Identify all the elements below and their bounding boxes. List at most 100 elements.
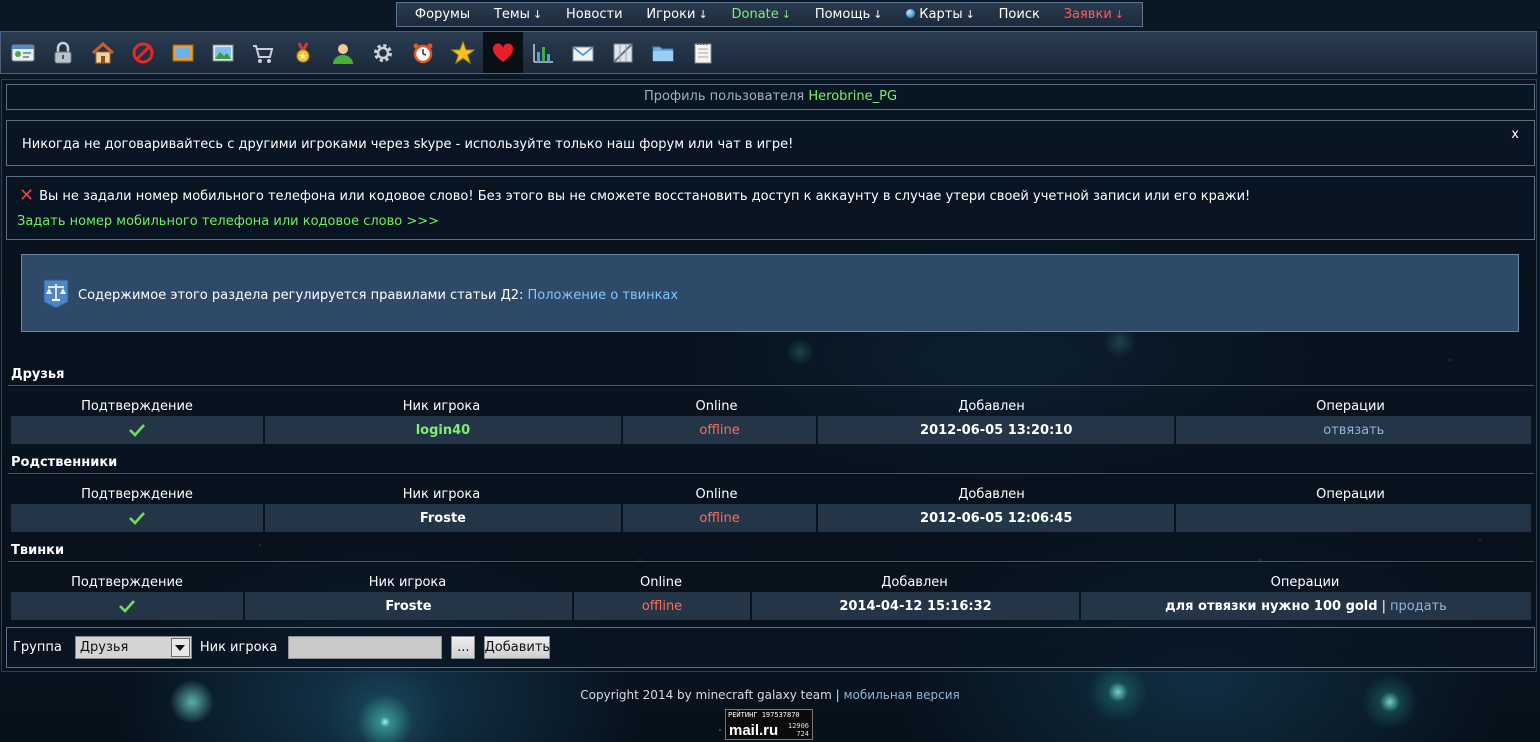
set-phone-link[interactable]: Задать номер мобильного телефона или код… [17,214,439,229]
page-title: Профиль пользователя Herobrine_PG [6,84,1535,110]
column-header-added: Добавлен [958,399,1025,414]
counter-num1: 12906 [787,722,809,730]
table-header: Подтверждение Ник игрока Online Добавлен… [11,399,1531,414]
unlink-link[interactable]: отвязать [1176,416,1532,444]
nav-forums[interactable]: Форумы [415,7,470,22]
added-date: 2012-06-05 12:06:45 [817,504,1175,532]
group-select[interactable]: Друзья [74,636,192,659]
mobile-version-link[interactable]: мобильная версия [844,688,960,702]
counter-stats: 12906 724 [788,722,809,738]
online-status: offline [623,504,816,532]
divider [8,385,1534,386]
cart-icon[interactable] [243,32,283,73]
group-label: Группа [13,640,62,655]
column-header-ops: Операции [1316,399,1385,414]
table-header: Подтверждение Ник игрока Online Добавлен… [11,487,1531,502]
group-select-value: Друзья [79,640,129,655]
landscape-icon[interactable] [203,32,243,73]
arrow-down-icon: ↓ [965,8,975,21]
unlink-cost-text: для отвязки нужно 100 gold [1165,598,1378,614]
folder-icon[interactable] [643,32,683,73]
twinks-rules-link[interactable]: Положение о твинках [528,288,679,303]
notice-box: Никогда не договаривайтесь с другими игр… [6,120,1535,166]
divider [8,561,1534,562]
add-button[interactable]: Добавить [484,636,551,659]
nav-players[interactable]: Игроки ↓ [646,7,707,22]
section-title-relatives: Родственники [11,455,118,470]
close-icon[interactable]: x [1511,127,1519,142]
warning-text: Вы не задали номер мобильного телефона и… [39,188,1251,204]
rules-info-text: Содержимое этого раздела регулируется пр… [78,288,524,303]
check-icon [119,600,135,613]
rules-info-box: Содержимое этого раздела регулируется пр… [21,254,1519,332]
counter-rating: РЕЙТИНГ 197537870 [728,711,800,719]
footer: Copyright 2014 by minecraft galaxy team … [0,688,1540,702]
nav-help[interactable]: Помощь ↓ [815,7,883,22]
ban-icon[interactable] [123,32,163,73]
nick-input[interactable] [288,636,443,659]
bar-chart-icon[interactable] [523,32,563,73]
operations-cell: для отвязки нужно 100 gold | продать [1081,592,1531,620]
notepad-icon[interactable] [683,32,723,73]
table-header: Подтверждение Ник игрока Online Добавлен… [11,575,1531,590]
added-date: 2012-06-05 13:20:10 [817,416,1175,444]
star-icon[interactable] [443,32,483,73]
add-player-form: Группа Друзья Ник игрока ... Добавить [6,627,1535,668]
nav-topics[interactable]: Темы ↓ [494,7,542,22]
warning-box: ✕ Вы не задали номер мобильного телефона… [6,176,1535,240]
globe-icon [906,9,916,18]
nav-donate[interactable]: Donate ↓ [732,7,791,22]
home-icon[interactable] [83,32,123,73]
user-icon[interactable] [323,32,363,73]
scales-icon [43,279,69,309]
nav-requests[interactable]: Заявки ↓ [1064,7,1124,22]
lock-icon[interactable] [43,32,83,73]
column-header-online: Online [695,487,738,502]
added-date: 2014-04-12 15:16:32 [752,592,1079,620]
sell-link[interactable]: продать [1390,599,1447,614]
arrow-down-icon: ↓ [1114,8,1124,21]
counter-num2: 724 [796,730,809,738]
grid-icon[interactable] [603,32,643,73]
operations-cell [1176,504,1532,532]
column-header-nick: Ник игрока [402,399,481,414]
column-header-confirm: Подтверждение [71,575,183,590]
nav-search[interactable]: Поиск [999,7,1040,22]
separator: | [1381,598,1386,614]
check-icon [128,512,145,525]
icon-toolbar [0,31,1537,74]
heart-icon[interactable] [483,32,523,73]
medal-icon[interactable] [283,32,323,73]
arrow-down-icon: ↓ [873,8,883,21]
player-nick: Froste [245,592,572,620]
chevron-down-icon[interactable] [170,638,190,657]
profile-title-prefix: Профиль пользователя [643,89,805,104]
error-x-icon: ✕ [19,185,35,206]
gear-icon[interactable] [363,32,403,73]
top-navigation: Форумы Темы ↓ Новости Игроки ↓ Donate ↓ Пом… [396,2,1143,27]
column-header-confirm: Подтверждение [81,487,193,502]
column-header-nick: Ник игрока [402,487,481,502]
nav-news[interactable]: Новости [566,7,623,22]
browse-button[interactable]: ... [451,636,476,659]
nick-label: Ник игрока [199,640,278,655]
check-icon [128,424,145,437]
table-row: Froste offline 2012-06-05 12:06:45 [11,504,1532,532]
table-row: login40 offline 2012-06-05 13:20:10 отвя… [11,416,1532,444]
nav-maps[interactable]: Карты ↓ [906,7,975,22]
column-header-nick: Ник игрока [368,575,447,590]
rating-counter[interactable]: РЕЙТИНГ 197537870 mail.ru 12906 724 [725,709,813,740]
id-card-icon[interactable] [3,32,43,73]
column-header-ops: Операции [1316,487,1385,502]
arrow-down-icon: ↓ [781,8,791,21]
confirm-cell [11,504,263,532]
envelope-icon[interactable] [563,32,603,73]
divider [8,473,1534,474]
alarm-clock-icon[interactable] [403,32,443,73]
counter-brand: mail.ru [729,722,779,739]
player-nick-link[interactable]: login40 [264,416,622,444]
notice-text: Никогда не договаривайтесь с другими игр… [22,137,794,152]
table-row: Froste offline 2014-04-12 15:16:32 для о… [11,592,1531,620]
column-header-ops: Операции [1270,575,1340,590]
picture-frame-icon[interactable] [163,32,203,73]
